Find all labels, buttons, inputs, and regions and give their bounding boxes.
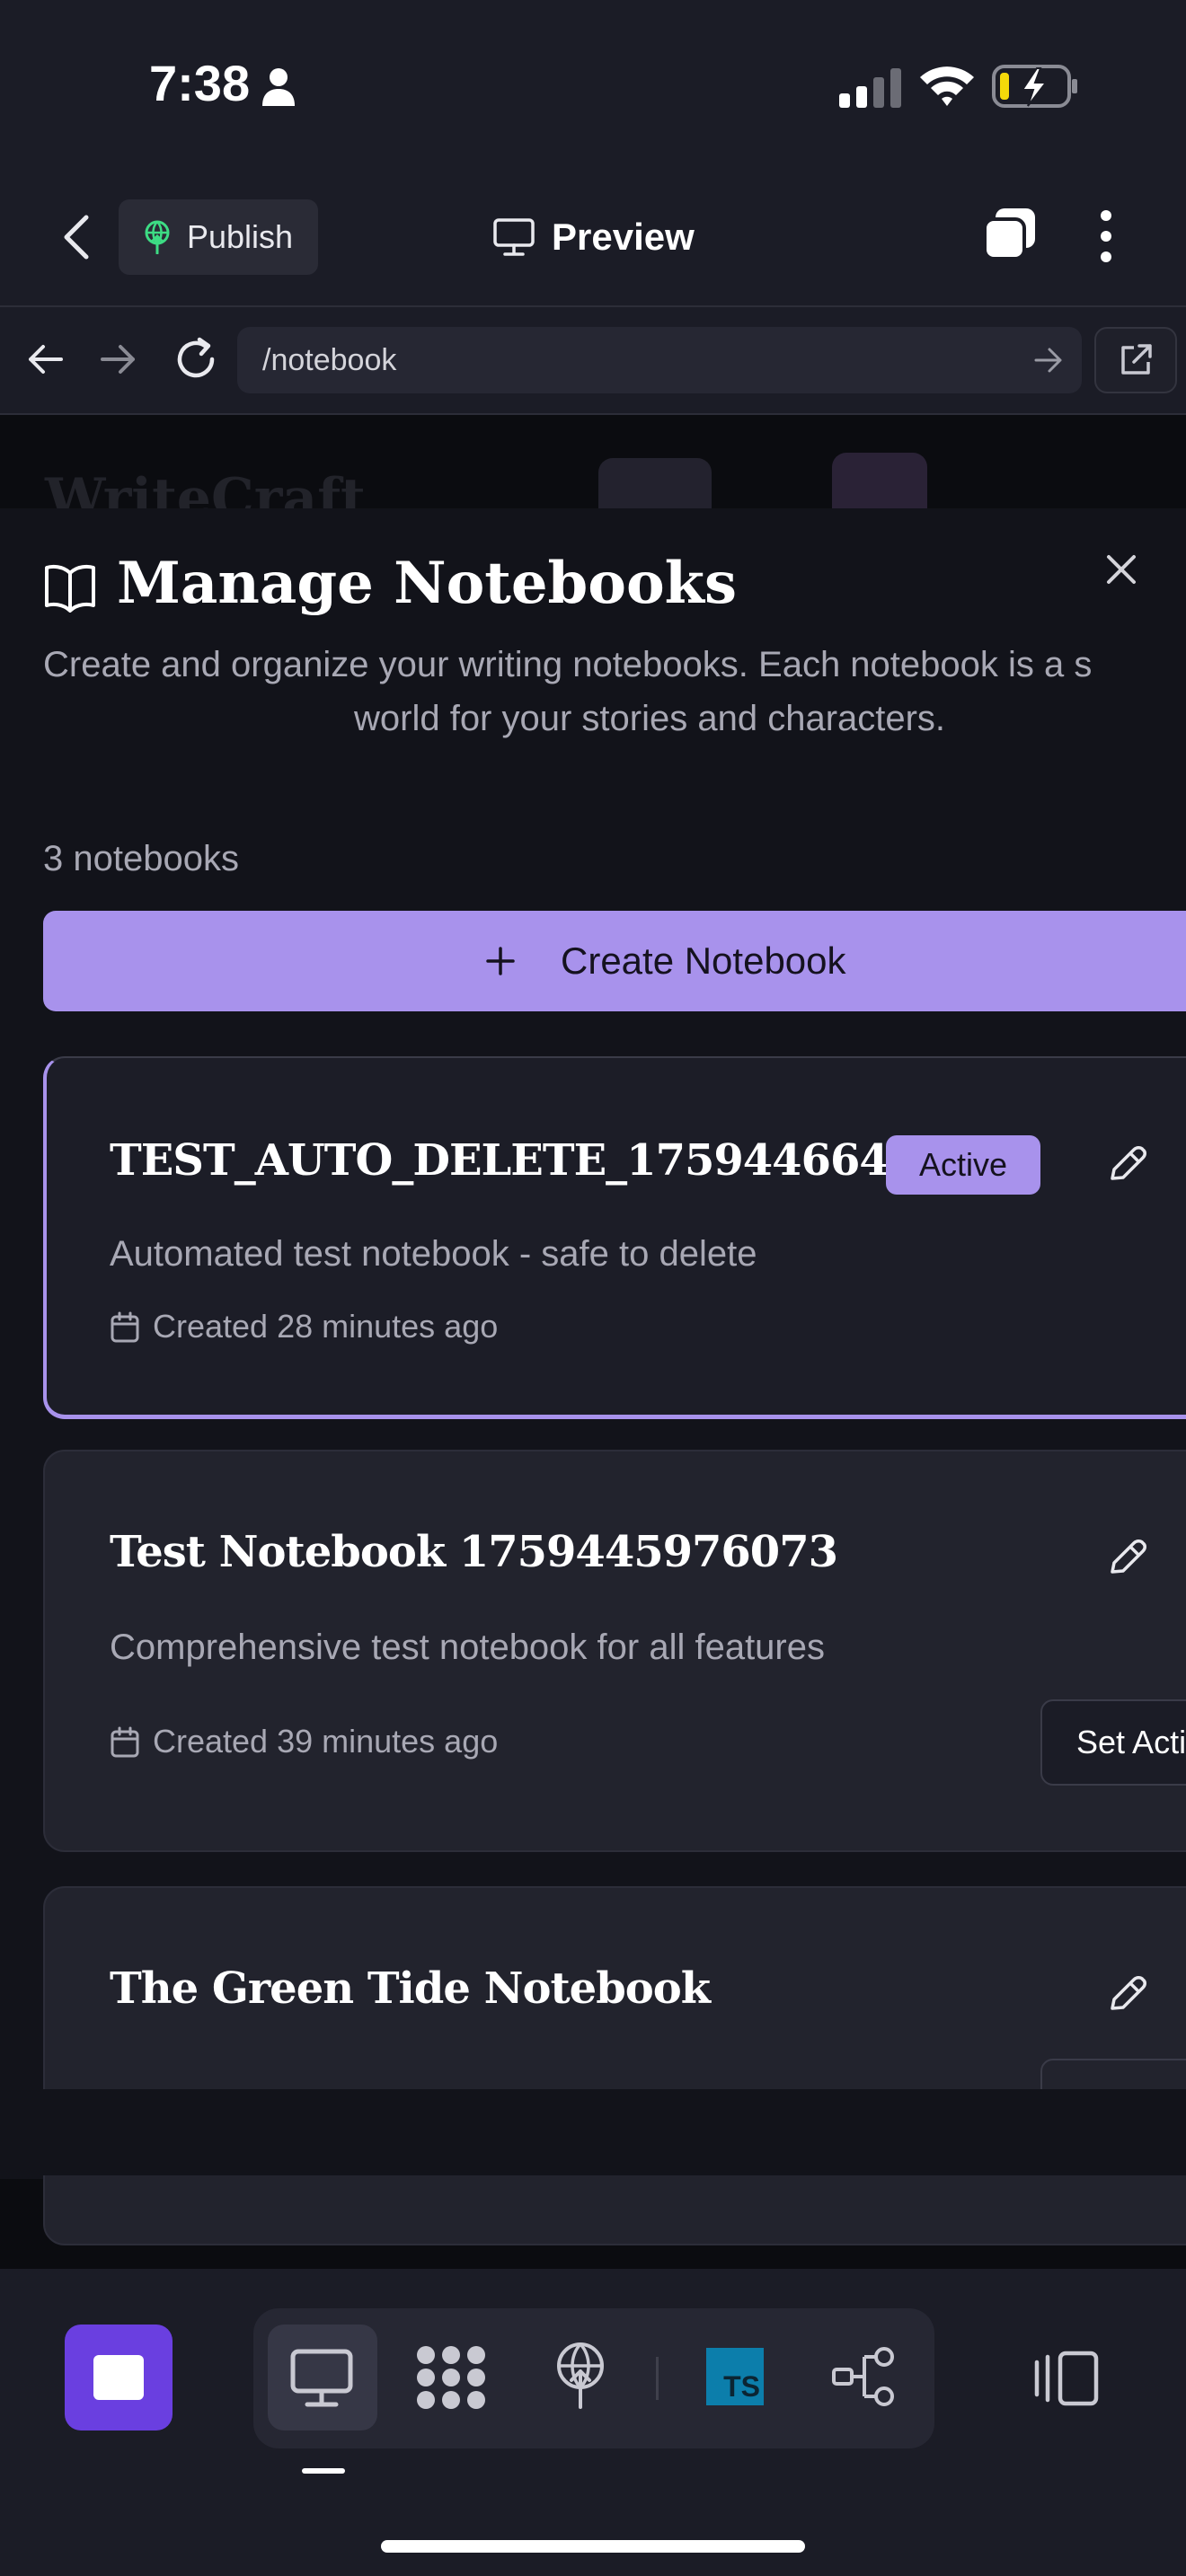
preview-button[interactable]: Preview bbox=[492, 208, 695, 266]
notebook-description: Comprehensive test notebook for all feat… bbox=[110, 1628, 825, 1667]
create-notebook-content: Create Notebook bbox=[485, 934, 846, 988]
back-icon[interactable] bbox=[54, 212, 99, 262]
open-external-button[interactable] bbox=[1094, 327, 1177, 393]
pencil-icon[interactable] bbox=[1105, 1536, 1148, 1579]
notebook-title: TEST_AUTO_DELETE_1759446647905 bbox=[110, 1135, 1005, 1186]
notebook-card[interactable] bbox=[43, 1886, 1186, 2245]
home-indicator[interactable] bbox=[381, 2540, 805, 2553]
url-input[interactable]: /notebook bbox=[237, 327, 1082, 393]
calendar-icon bbox=[111, 1726, 139, 1758]
tabs-icon[interactable] bbox=[981, 205, 1039, 262]
url-go-icon[interactable] bbox=[1033, 345, 1064, 375]
dots-grid-icon[interactable] bbox=[415, 2344, 487, 2411]
tool-divider bbox=[656, 2357, 659, 2400]
flow-icon[interactable] bbox=[830, 2346, 898, 2407]
notebook-description: Automated test notebook - safe to delete bbox=[110, 1234, 757, 1274]
pencil-icon[interactable] bbox=[1105, 1142, 1148, 1186]
plus-icon bbox=[486, 947, 515, 975]
notebook-created: Created 28 minutes ago bbox=[153, 1308, 499, 1345]
calendar-icon bbox=[111, 1311, 139, 1343]
create-notebook-label: Create Notebook bbox=[561, 940, 846, 982]
globe-deploy-icon[interactable] bbox=[552, 2341, 609, 2409]
notebook-title: Test Notebook 1759445976073 bbox=[110, 1527, 838, 1577]
monitor-icon bbox=[493, 218, 535, 256]
active-tool-indicator bbox=[302, 2468, 345, 2474]
reload-icon[interactable] bbox=[173, 336, 219, 383]
more-icon[interactable] bbox=[1093, 208, 1120, 264]
desktop-icon bbox=[290, 2349, 353, 2407]
notebook-created: Created 39 minutes ago bbox=[153, 1723, 499, 1760]
active-badge: Active bbox=[886, 1135, 1040, 1195]
notebook-title: The Green Tide Notebook bbox=[110, 1963, 711, 2014]
publish-label: Publish bbox=[187, 218, 294, 255]
close-icon[interactable] bbox=[1103, 551, 1139, 587]
preview-label: Preview bbox=[552, 216, 695, 258]
stop-icon bbox=[93, 2355, 144, 2400]
dialog-footer bbox=[0, 2089, 1186, 2175]
dialog-description-line2: world for your stories and characters. bbox=[354, 699, 946, 738]
external-link-icon bbox=[1121, 344, 1152, 375]
dialog-title: Manage Notebooks bbox=[117, 550, 738, 617]
wifi-icon bbox=[920, 66, 974, 106]
person-icon bbox=[262, 68, 295, 106]
arrow-left-icon[interactable] bbox=[25, 340, 65, 379]
publish-icon bbox=[145, 220, 170, 254]
status-time: 7:38 bbox=[149, 55, 251, 111]
signal-icon bbox=[839, 68, 901, 108]
panel-icon[interactable] bbox=[1033, 2350, 1100, 2407]
book-icon bbox=[45, 564, 95, 613]
typescript-icon[interactable]: TS bbox=[706, 2348, 764, 2405]
set-active-button[interactable]: Set Active bbox=[1040, 1699, 1186, 1786]
notebook-count: 3 notebooks bbox=[43, 839, 239, 878]
publish-button[interactable]: Publish bbox=[119, 199, 318, 275]
dialog-description-line1: Create and organize your writing noteboo… bbox=[43, 645, 1093, 684]
battery-icon bbox=[992, 65, 1077, 108]
pencil-icon[interactable] bbox=[1105, 1972, 1148, 2016]
arrow-right-icon[interactable] bbox=[99, 340, 138, 379]
